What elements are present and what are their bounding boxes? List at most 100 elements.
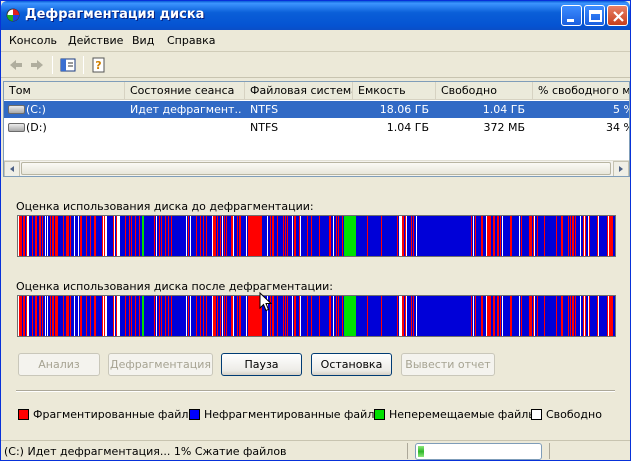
fragmented-cluster bbox=[487, 216, 488, 256]
free-cluster bbox=[103, 216, 104, 256]
fragmented-cluster bbox=[116, 216, 117, 256]
view-report-button[interactable]: Вывести отчет bbox=[401, 353, 495, 376]
menu-view[interactable]: Вид bbox=[132, 34, 154, 47]
defragment-button[interactable]: Дефрагментация bbox=[108, 353, 213, 376]
fragmented-cluster bbox=[489, 296, 490, 336]
fragmented-cluster bbox=[214, 216, 215, 256]
menu-help[interactable]: Справка bbox=[167, 34, 215, 47]
fragmented-cluster bbox=[273, 296, 274, 336]
volume-list[interactable]: Том Состояние сеанса Файловая система Ем… bbox=[3, 81, 630, 177]
fragmented-cluster bbox=[196, 216, 197, 256]
fragmented-cluster bbox=[231, 296, 232, 336]
fragmented-cluster bbox=[36, 216, 37, 256]
analyze-button[interactable]: Анализ bbox=[18, 353, 100, 376]
fragmented-cluster bbox=[196, 296, 197, 336]
scrollbar-thumb[interactable] bbox=[21, 162, 611, 175]
fragmented-cluster bbox=[86, 296, 87, 336]
fragmented-cluster bbox=[63, 216, 64, 256]
free-percent: 5 % bbox=[613, 103, 629, 116]
fragmented-cluster bbox=[135, 216, 136, 256]
defrag-window: Дефрагментация диска Консоль Действие Ви… bbox=[0, 0, 631, 461]
column-free-percent[interactable]: % свободного места bbox=[533, 82, 629, 100]
column-volume[interactable]: Том bbox=[4, 82, 125, 100]
close-button[interactable] bbox=[607, 5, 628, 26]
free-cluster bbox=[292, 296, 293, 336]
fragmented-cluster bbox=[154, 296, 155, 336]
fragmented-cluster bbox=[482, 296, 483, 336]
pause-button[interactable]: Пауза bbox=[221, 353, 302, 376]
column-free[interactable]: Свободно bbox=[436, 82, 533, 100]
fragmented-cluster bbox=[129, 216, 130, 256]
fragmented-cluster bbox=[206, 296, 207, 336]
fragmented-cluster bbox=[57, 216, 58, 256]
horizontal-scrollbar[interactable] bbox=[4, 160, 629, 176]
fragmented-cluster bbox=[240, 296, 241, 336]
scroll-right-button[interactable] bbox=[613, 161, 629, 176]
title-bar[interactable]: Дефрагментация диска bbox=[1, 1, 630, 30]
column-file-system[interactable]: Файловая система bbox=[245, 82, 353, 100]
fragmented-cluster bbox=[80, 216, 81, 256]
fragmented-cluster bbox=[562, 216, 563, 256]
free-cluster bbox=[608, 296, 609, 336]
fragmented-cluster bbox=[610, 216, 611, 256]
fragmented-cluster bbox=[217, 296, 218, 336]
fragmented-cluster bbox=[583, 296, 584, 336]
minimize-button[interactable] bbox=[561, 5, 582, 26]
menu-action[interactable]: Действие bbox=[68, 34, 123, 47]
fragmented-cluster bbox=[294, 216, 295, 256]
fragmented-cluster bbox=[200, 296, 201, 336]
forward-arrow-icon[interactable] bbox=[28, 56, 46, 74]
fragmented-cluster bbox=[63, 296, 64, 336]
fragmented-cluster bbox=[86, 216, 87, 256]
file-system: NTFS bbox=[250, 121, 279, 134]
free-cluster bbox=[18, 216, 19, 256]
free-cluster bbox=[608, 216, 609, 256]
fragmented-cluster bbox=[90, 216, 91, 256]
fragmented-cluster bbox=[206, 216, 207, 256]
fragmented-cluster bbox=[165, 216, 166, 256]
fragmented-cluster bbox=[104, 216, 105, 256]
free-cluster bbox=[18, 296, 19, 336]
free-cluster bbox=[156, 216, 157, 256]
help-icon[interactable]: ? bbox=[90, 56, 108, 74]
scroll-left-button[interactable] bbox=[4, 161, 20, 176]
fragmented-cluster bbox=[529, 296, 530, 336]
fragmented-cluster bbox=[239, 216, 240, 256]
column-capacity[interactable]: Емкость bbox=[353, 82, 436, 100]
free-cluster bbox=[246, 216, 247, 256]
fragmented-cluster bbox=[139, 216, 140, 256]
fragmented-cluster bbox=[589, 216, 590, 256]
fragmented-cluster bbox=[113, 296, 114, 336]
fragmented-cluster bbox=[482, 216, 483, 256]
fragmented-cluster bbox=[573, 296, 574, 336]
chevron-right-icon bbox=[619, 166, 623, 172]
fragmented-cluster bbox=[50, 296, 51, 336]
fragmented-cluster bbox=[215, 216, 216, 256]
stop-button[interactable]: Остановка bbox=[311, 353, 392, 376]
fragmented-cluster bbox=[56, 216, 57, 256]
table-row[interactable]: (D:) NTFS 1.04 ГБ 372 МБ 34 % bbox=[4, 119, 629, 136]
maximize-button[interactable] bbox=[584, 5, 605, 26]
fragmented-cluster bbox=[521, 296, 522, 336]
column-session-status[interactable]: Состояние сеанса bbox=[125, 82, 245, 100]
fragmented-cluster bbox=[53, 216, 54, 256]
free-cluster bbox=[267, 216, 268, 256]
fragmented-cluster bbox=[277, 296, 278, 336]
back-arrow-icon[interactable] bbox=[7, 56, 25, 74]
fragmented-cluster bbox=[319, 296, 320, 336]
free-space: 372 МБ bbox=[483, 121, 525, 134]
fragmented-cluster bbox=[55, 296, 56, 336]
show-hide-console-tree-icon[interactable] bbox=[59, 56, 77, 74]
free-cluster bbox=[27, 216, 28, 256]
fragmented-cluster bbox=[80, 296, 81, 336]
free-percent: 34 % bbox=[606, 121, 629, 134]
fragmented-cluster bbox=[490, 216, 491, 256]
fragmented-cluster bbox=[494, 296, 495, 336]
session-status bbox=[130, 119, 242, 136]
menu-console[interactable]: Консоль bbox=[9, 34, 57, 47]
table-row[interactable]: (C:) Идет дефрагмент... NTFS 18.06 ГБ 1.… bbox=[4, 101, 629, 118]
fragmented-cluster bbox=[217, 216, 218, 256]
fragmented-cluster bbox=[299, 296, 300, 336]
fragmented-cluster bbox=[125, 216, 126, 256]
free-cluster bbox=[103, 296, 104, 336]
